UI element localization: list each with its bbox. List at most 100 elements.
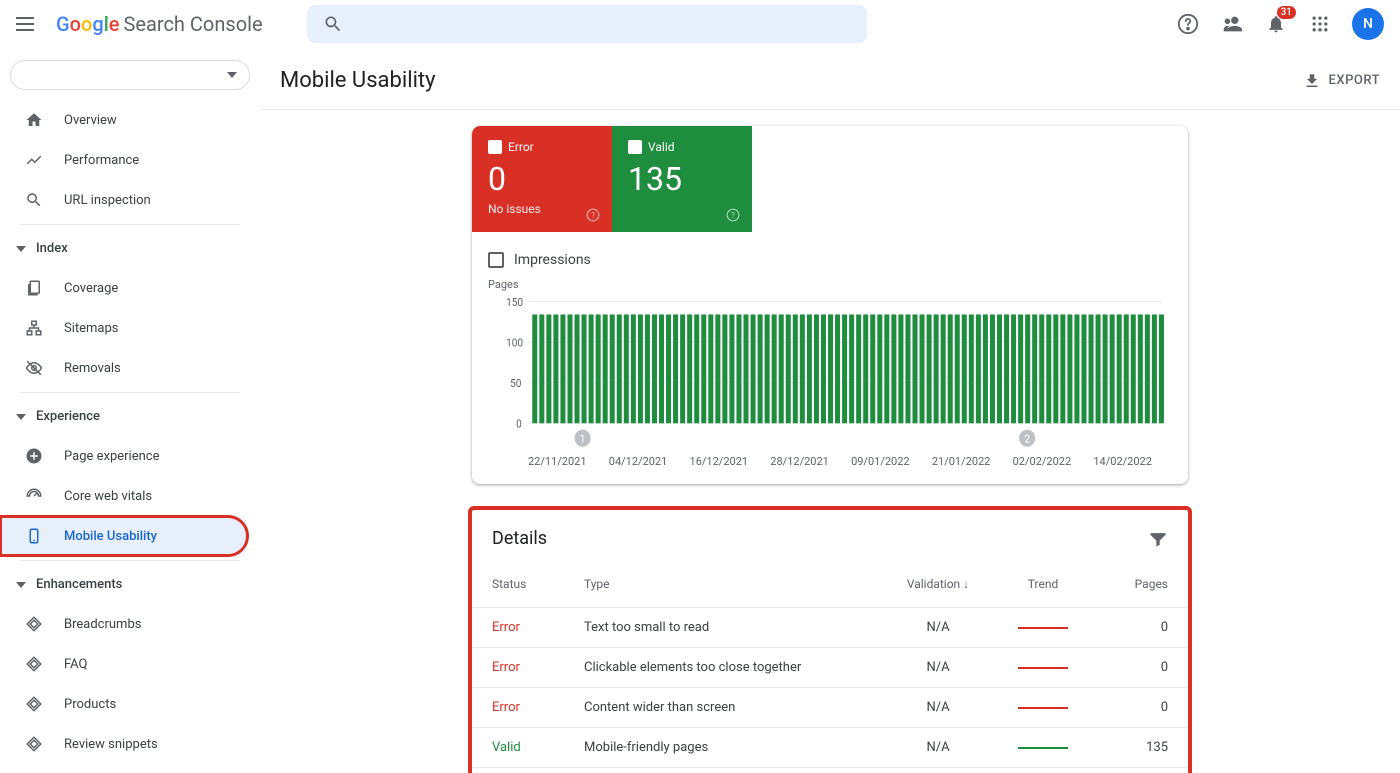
- speed-icon: [24, 486, 44, 506]
- nav-label: Products: [64, 697, 116, 712]
- export-button[interactable]: EXPORT: [1303, 72, 1380, 90]
- sidebar: OverviewPerformanceURL inspection Index …: [0, 48, 260, 773]
- svg-text:100: 100: [506, 336, 523, 349]
- phone-icon: [24, 526, 44, 546]
- noeye-icon: [24, 358, 44, 378]
- pagination: Rows per page: 10 1-4 of 4 ‹ ›: [472, 767, 1188, 773]
- search-icon: [24, 190, 44, 210]
- nav-label: Coverage: [64, 281, 118, 296]
- svg-text:?: ?: [731, 210, 735, 220]
- nav-label: FAQ: [64, 657, 87, 672]
- help-icon[interactable]: ?: [586, 208, 600, 222]
- plus-icon: [24, 446, 44, 466]
- trend-cell: [988, 747, 1098, 749]
- type-cell: Clickable elements too close together: [584, 660, 888, 675]
- type-cell: Content wider than screen: [584, 700, 888, 715]
- nav-label: Page experience: [64, 449, 160, 464]
- sitemap-icon: [24, 318, 44, 338]
- nav-group-enhancements[interactable]: Enhancements: [0, 565, 260, 604]
- nav-label: Sitemaps: [64, 321, 119, 336]
- table-row[interactable]: ErrorText too small to readN/A 0: [472, 607, 1188, 647]
- diamond-icon: [24, 614, 44, 634]
- sidebar-item-core-web-vitals[interactable]: Core web vitals: [0, 476, 248, 516]
- product-name: Search Console: [124, 12, 263, 36]
- svg-text:150: 150: [506, 296, 523, 309]
- main-content: Mobile Usability EXPORT ✓Error 0 No issu…: [260, 48, 1400, 773]
- validation-cell: N/A: [888, 620, 988, 635]
- notification-badge: 31: [1277, 6, 1296, 19]
- diamond-icon: [24, 654, 44, 674]
- sidebar-item-products[interactable]: Products: [0, 684, 248, 724]
- diamond-icon: [24, 734, 44, 754]
- check-icon: ✓: [628, 140, 642, 154]
- svg-text:0: 0: [516, 417, 522, 430]
- apps-icon[interactable]: [1308, 12, 1332, 36]
- pages-cell: 0: [1098, 660, 1168, 675]
- help-icon[interactable]: ?: [726, 208, 740, 222]
- filter-icon[interactable]: [1148, 529, 1168, 549]
- validation-cell: N/A: [888, 660, 988, 675]
- pages-cell: 135: [1098, 740, 1168, 755]
- nav-label: Overview: [64, 113, 117, 128]
- nav-label: Review snippets: [64, 737, 158, 752]
- details-card: Details Status Type Validation ↓ Trend P…: [472, 510, 1188, 773]
- pages-icon: [24, 278, 44, 298]
- impressions-checkbox[interactable]: Impressions: [488, 248, 1172, 278]
- error-tile[interactable]: ✓Error 0 No issues ?: [472, 126, 612, 232]
- sidebar-item-mobile-usability[interactable]: Mobile Usability: [0, 516, 248, 556]
- table-row[interactable]: ErrorContent wider than screenN/A0: [472, 687, 1188, 727]
- validation-cell: N/A: [888, 740, 988, 755]
- trend-icon: [24, 150, 44, 170]
- type-cell: Text too small to read: [584, 620, 888, 635]
- details-table: Status Type Validation ↓ Trend Pages Err…: [472, 561, 1188, 767]
- svg-text:2: 2: [1024, 432, 1030, 445]
- sidebar-item-performance[interactable]: Performance: [0, 140, 248, 180]
- help-icon[interactable]: [1176, 12, 1200, 36]
- trend-cell: [988, 707, 1098, 709]
- sidebar-item-removals[interactable]: Removals: [0, 348, 248, 388]
- trend-cell: [988, 667, 1098, 669]
- nav-label: Core web vitals: [64, 489, 152, 504]
- sidebar-item-overview[interactable]: Overview: [0, 100, 248, 140]
- status-cell: Error: [492, 620, 584, 635]
- logo[interactable]: Google Search Console: [56, 12, 263, 36]
- table-row[interactable]: ValidMobile-friendly pagesN/A135: [472, 727, 1188, 767]
- details-title: Details: [492, 528, 547, 549]
- sidebar-item-url-inspection[interactable]: URL inspection: [0, 180, 248, 220]
- status-cell: Error: [492, 700, 584, 715]
- nav-group-experience[interactable]: Experience: [0, 397, 260, 436]
- property-selector[interactable]: [10, 60, 250, 90]
- app-header: Google Search Console 31 N: [0, 0, 1400, 48]
- sidebar-item-faq[interactable]: FAQ: [0, 644, 248, 684]
- sort-validation[interactable]: Validation ↓: [888, 577, 988, 591]
- check-icon: ✓: [488, 140, 502, 154]
- avatar[interactable]: N: [1352, 8, 1384, 40]
- sidebar-item-review-snippets[interactable]: Review snippets: [0, 724, 248, 764]
- nav-label: Removals: [64, 361, 121, 376]
- summary-card: ✓Error 0 No issues ? ✓Valid 135 ? Impres…: [472, 126, 1188, 484]
- pages-cell: 0: [1098, 620, 1168, 635]
- nav-label: Performance: [64, 153, 139, 168]
- valid-tile[interactable]: ✓Valid 135 ?: [612, 126, 752, 232]
- nav-group-index[interactable]: Index: [0, 229, 260, 268]
- sidebar-item-coverage[interactable]: Coverage: [0, 268, 248, 308]
- type-cell: Mobile-friendly pages: [584, 740, 888, 755]
- search-input[interactable]: [307, 5, 867, 43]
- people-icon[interactable]: [1220, 12, 1244, 36]
- sidebar-item-page-experience[interactable]: Page experience: [0, 436, 248, 476]
- table-row[interactable]: ErrorClickable elements too close togeth…: [472, 647, 1188, 687]
- sidebar-item-breadcrumbs[interactable]: Breadcrumbs: [0, 604, 248, 644]
- table-header: Status Type Validation ↓ Trend Pages: [472, 561, 1188, 607]
- nav-label: Breadcrumbs: [64, 617, 141, 632]
- nav-label: Mobile Usability: [64, 529, 157, 544]
- sidebar-item-sitelinks-searchbox[interactable]: Sitelinks searchbox: [0, 764, 248, 773]
- trend-cell: [988, 627, 1098, 629]
- chart: Pages 150 100 50 0 1 2: [488, 278, 1172, 468]
- notification-icon[interactable]: 31: [1264, 12, 1288, 36]
- status-cell: Error: [492, 660, 584, 675]
- sidebar-item-sitemaps[interactable]: Sitemaps: [0, 308, 248, 348]
- home-icon: [24, 110, 44, 130]
- diamond-icon: [24, 694, 44, 714]
- svg-text:1: 1: [580, 432, 586, 445]
- menu-icon[interactable]: [16, 12, 40, 36]
